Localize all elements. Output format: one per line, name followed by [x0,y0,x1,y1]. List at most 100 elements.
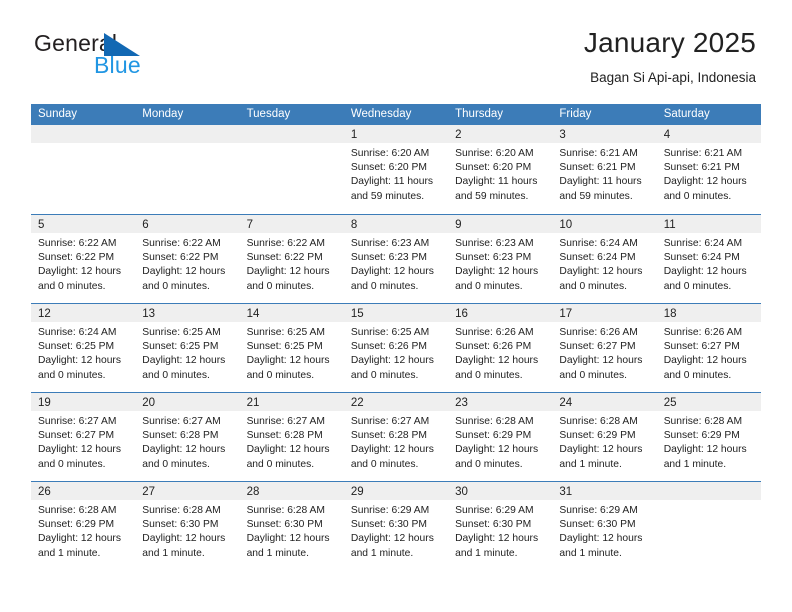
day-daylight2-text: and 1 minute. [455,547,518,559]
day-number: 1 [350,129,358,141]
calendar-day-cell[interactable]: 9 Sunrise: 6:23 AM Sunset: 6:23 PM Daylight… [448,215,553,303]
day-info: Sunrise: 6:21 AM Sunset: 6:21 PM Daylight:… [657,143,761,204]
day-daylight1-text: Daylight: 12 hours [455,266,539,278]
day-sunset-text: Sunset: 6:24 PM [559,252,636,264]
day-number-band: 25 [656,393,761,411]
day-info: Sunrise: 6:28 AM Sunset: 6:29 PM Daylight:… [31,500,135,561]
day-sunset-text: Sunset: 6:29 PM [559,430,636,442]
calendar-day-cell[interactable]: 23 Sunrise: 6:28 AM Sunset: 6:29 PM Dayligh… [448,393,553,481]
day-daylight1-text: Daylight: 12 hours [246,266,330,278]
calendar-day-cell[interactable]: 6 Sunrise: 6:22 AM Sunset: 6:22 PM Daylight… [135,215,240,303]
day-info: Sunrise: 6:27 AM Sunset: 6:28 PM Daylight:… [240,411,344,472]
weekday-monday: Monday [142,108,184,120]
calendar-day-cell[interactable]: 14 Sunrise: 6:25 AM Sunset: 6:25 PM Dayligh… [239,304,344,392]
day-info: Sunrise: 6:21 AM Sunset: 6:21 PM Daylight:… [552,143,656,204]
weekday-header-row: Sunday Monday Tuesday Wednesday Thursday… [31,104,761,125]
calendar-day-cell[interactable]: 22 Sunrise: 6:27 AM Sunset: 6:28 PM Dayligh… [343,393,449,481]
day-number: 17 [559,308,573,320]
day-sunset-text: Sunset: 6:27 PM [38,430,115,442]
day-daylight1-text: Daylight: 12 hours [142,444,226,456]
day-number-band: 21 [239,393,344,411]
calendar-day-cell[interactable]: 26 Sunrise: 6:28 AM Sunset: 6:29 PM Dayligh… [31,482,136,570]
day-sunrise-text: Sunrise: 6:28 AM [663,416,743,427]
day-sunrise-text: Sunrise: 6:26 AM [559,327,638,338]
day-info: Sunrise: 6:22 AM Sunset: 6:22 PM Daylight:… [135,233,239,294]
day-info: Sunrise: 6:22 AM Sunset: 6:22 PM Daylight:… [31,233,135,294]
day-daylight1-text: Daylight: 12 hours [246,444,330,456]
day-sunset-text: Sunset: 6:30 PM [559,519,636,531]
day-sunset-text: Sunset: 6:30 PM [350,519,427,531]
calendar-day-cell[interactable]: 18 Sunrise: 6:26 AM Sunset: 6:27 PM Dayligh… [656,304,761,392]
calendar-day-cell[interactable]: 10 Sunrise: 6:24 AM Sunset: 6:24 PM Dayligh… [552,215,657,303]
calendar-day-cell[interactable]: 28 Sunrise: 6:28 AM Sunset: 6:30 PM Dayligh… [239,482,344,570]
day-number-band: 1 [343,125,449,143]
day-sunrise-text: Sunrise: 6:27 AM [246,416,325,427]
day-daylight2-text: and 0 minutes. [142,280,210,292]
calendar-day-cell[interactable]: 24 Sunrise: 6:28 AM Sunset: 6:29 PM Dayligh… [552,393,657,481]
weekday-wednesday: Wednesday [350,108,412,120]
day-sunrise-text: Sunrise: 6:24 AM [38,327,117,338]
day-number-band: 22 [343,393,449,411]
calendar-day-cell[interactable]: 21 Sunrise: 6:27 AM Sunset: 6:28 PM Dayligh… [239,393,344,481]
calendar-day-cell-empty [656,482,761,570]
day-sunset-text: Sunset: 6:25 PM [142,341,219,353]
day-info: Sunrise: 6:20 AM Sunset: 6:20 PM Daylight:… [448,143,552,204]
day-info: Sunrise: 6:28 AM Sunset: 6:29 PM Daylight:… [552,411,656,472]
calendar-day-cell[interactable]: 31 Sunrise: 6:29 AM Sunset: 6:30 PM Dayligh… [552,482,657,570]
calendar-day-cell[interactable]: 19 Sunrise: 6:27 AM Sunset: 6:27 PM Dayligh… [31,393,136,481]
calendar-day-cell[interactable]: 16 Sunrise: 6:26 AM Sunset: 6:26 PM Dayligh… [448,304,553,392]
day-daylight2-text: and 0 minutes. [246,458,315,470]
day-daylight1-text: Daylight: 12 hours [38,533,121,545]
day-sunrise-text: Sunrise: 6:25 AM [246,327,325,338]
calendar-day-cell[interactable]: 27 Sunrise: 6:28 AM Sunset: 6:30 PM Dayligh… [135,482,240,570]
calendar-day-cell[interactable]: 17 Sunrise: 6:26 AM Sunset: 6:27 PM Dayligh… [552,304,657,392]
day-sunrise-text: Sunrise: 6:22 AM [38,238,117,249]
calendar-day-cell[interactable]: 12 Sunrise: 6:24 AM Sunset: 6:25 PM Dayligh… [31,304,136,392]
calendar-day-cell[interactable]: 13 Sunrise: 6:25 AM Sunset: 6:25 PM Dayligh… [135,304,240,392]
calendar-day-cell[interactable]: 4 Sunrise: 6:21 AM Sunset: 6:21 PM Daylight… [656,125,761,214]
calendar-day-cell-empty [239,125,344,214]
calendar-day-cell[interactable]: 30 Sunrise: 6:29 AM Sunset: 6:30 PM Dayligh… [448,482,553,570]
day-sunrise-text: Sunrise: 6:24 AM [559,238,638,249]
calendar-day-cell[interactable]: 15 Sunrise: 6:25 AM Sunset: 6:26 PM Dayligh… [343,304,449,392]
day-daylight1-text: Daylight: 12 hours [559,533,643,545]
day-number: 21 [246,397,260,409]
day-info: Sunrise: 6:24 AM Sunset: 6:25 PM Daylight:… [31,322,135,383]
day-daylight2-text: and 1 minute. [559,458,622,470]
day-info: Sunrise: 6:20 AM Sunset: 6:20 PM Daylight:… [344,143,448,204]
day-sunrise-text: Sunrise: 6:24 AM [663,238,743,249]
calendar-day-cell[interactable]: 11 Sunrise: 6:24 AM Sunset: 6:24 PM Dayligh… [656,215,761,303]
day-daylight1-text: Daylight: 12 hours [142,533,226,545]
day-daylight2-text: and 0 minutes. [246,280,315,292]
day-daylight1-text: Daylight: 12 hours [559,266,643,278]
day-number: 26 [38,486,51,498]
day-number: 13 [142,308,156,320]
day-daylight1-text: Daylight: 12 hours [246,533,330,545]
day-sunrise-text: Sunrise: 6:29 AM [559,505,638,516]
day-number-band: 17 [552,304,657,322]
day-number-band: 28 [239,482,344,500]
general-blue-logo[interactable]: General Blue [34,30,224,82]
weekday-friday: Friday [559,108,592,120]
weekday-saturday: Saturday [663,108,710,120]
day-daylight1-text: Daylight: 11 hours [350,176,434,188]
calendar-day-cell[interactable]: 20 Sunrise: 6:27 AM Sunset: 6:28 PM Dayligh… [135,393,240,481]
calendar-day-cell[interactable]: 25 Sunrise: 6:28 AM Sunset: 6:29 PM Dayligh… [656,393,761,481]
day-daylight1-text: Daylight: 12 hours [559,444,643,456]
calendar-day-cell[interactable]: 5 Sunrise: 6:22 AM Sunset: 6:22 PM Daylight… [31,215,136,303]
calendar-day-cell[interactable]: 7 Sunrise: 6:22 AM Sunset: 6:22 PM Daylight… [239,215,344,303]
calendar-day-cell[interactable]: 3 Sunrise: 6:21 AM Sunset: 6:21 PM Daylight… [552,125,657,214]
day-number: 19 [38,397,51,409]
day-sunset-text: Sunset: 6:22 PM [142,252,219,264]
day-number: 14 [246,308,260,320]
day-number: 16 [455,308,468,320]
calendar-day-cell[interactable]: 8 Sunrise: 6:23 AM Sunset: 6:23 PM Daylight… [343,215,449,303]
calendar-day-cell[interactable]: 29 Sunrise: 6:29 AM Sunset: 6:30 PM Dayligh… [343,482,449,570]
calendar-day-cell[interactable]: 2 Sunrise: 6:20 AM Sunset: 6:20 PM Daylight… [448,125,553,214]
calendar-day-cell[interactable]: 1 Sunrise: 6:20 AM Sunset: 6:20 PM Daylight… [343,125,449,214]
day-number-band: 20 [135,393,240,411]
day-daylight2-text: and 0 minutes. [350,458,419,470]
day-daylight2-text: and 0 minutes. [142,369,210,381]
day-sunrise-text: Sunrise: 6:29 AM [455,505,534,516]
day-daylight1-text: Daylight: 12 hours [38,444,121,456]
